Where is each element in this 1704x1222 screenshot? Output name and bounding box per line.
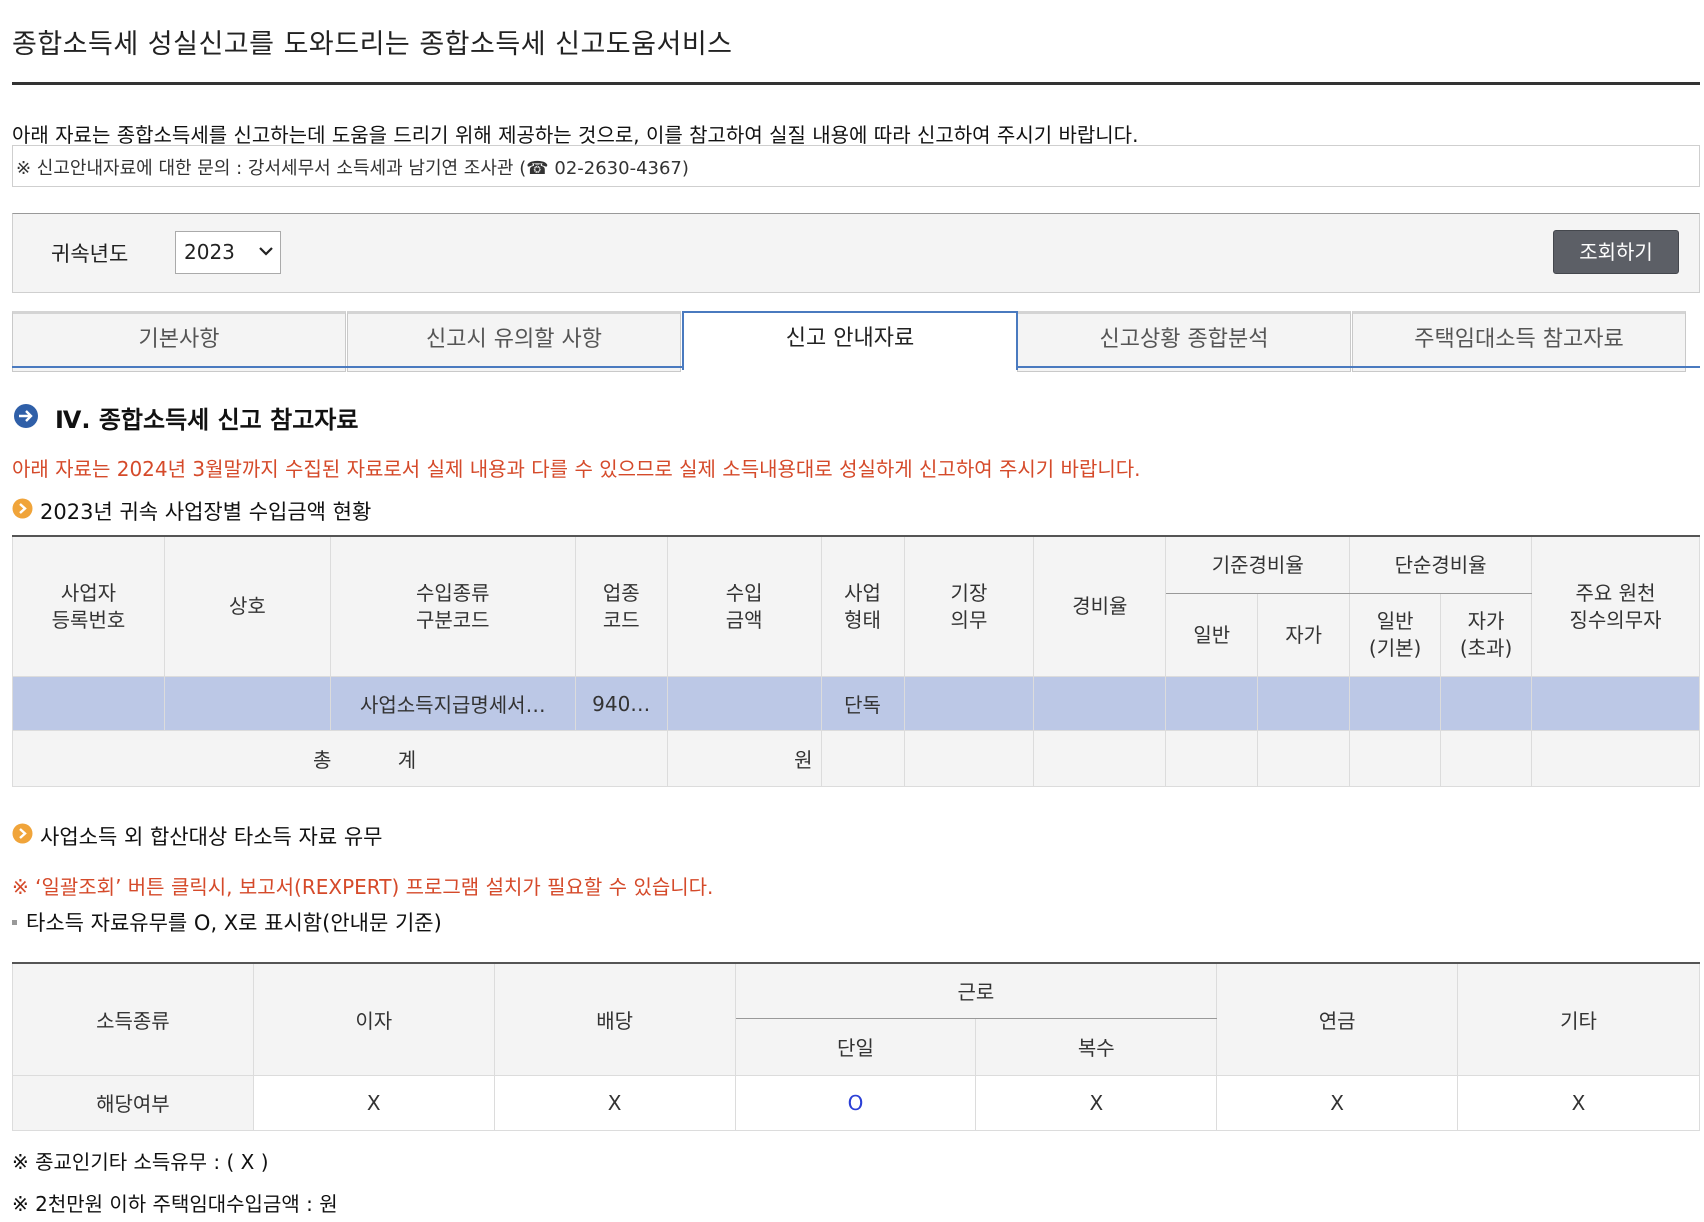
col-income-type: 수입종류 구분코드 (329, 535, 576, 677)
year-select-value: 2023 (184, 240, 235, 264)
rexpert-notice: ※ ‘일괄조회’ 버튼 클릭시, 보고서(REXPERT) 프로그램 설치가 필… (12, 875, 714, 899)
search-bar: 귀속년도 2023 조회하기 (12, 213, 1700, 293)
other-income-table: 소득종류 이자 배당 근로 연금 기타 단일 복수 해당여부 X X O X X… (12, 962, 1700, 1131)
cell-expense-rate (1033, 676, 1167, 731)
cell-labor-single: O (734, 1074, 977, 1131)
cell-simple-general (1349, 676, 1442, 731)
col-pension: 연금 (1216, 962, 1459, 1076)
page-title: 종합소득세 성실신고를 도와드리는 종합소득세 신고도움서비스 (12, 29, 733, 60)
cell-other: X (1457, 1074, 1700, 1131)
col-simple-self: 자가 (초과) (1440, 593, 1533, 677)
chevron-down-icon (259, 247, 273, 256)
col-income-kind: 소득종류 (12, 962, 254, 1076)
col-std-self: 자가 (1257, 593, 1351, 677)
col-biz-type: 사업 형태 (820, 535, 905, 677)
cell-std-self (1257, 676, 1351, 731)
other-income-title: 사업소득 외 합산대상 타소득 자료 유무 (40, 825, 383, 849)
cell-industry: 940… (574, 676, 668, 731)
cell-income-type: 사업소득지급명세서… (329, 676, 576, 731)
col-labor-single: 단일 (734, 1017, 977, 1076)
ox-legend: 타소득 자료유무를 O, X로 표시함(안내문 기준) (26, 911, 442, 935)
bullet-icon (12, 498, 33, 519)
table-row[interactable]: 사업소득지급명세서… 940… 단독 (12, 676, 1700, 731)
cell-dividend: X (493, 1074, 736, 1131)
total-row: 총 계 원 (12, 730, 1700, 787)
col-simple-rate: 단순경비율 (1349, 535, 1533, 594)
col-std-rate: 기준경비율 (1165, 535, 1351, 594)
cell-biz-type: 단독 (820, 676, 905, 731)
tab-filing-analysis[interactable]: 신고상황 종합분석 (1017, 311, 1351, 372)
income-table-title: 2023년 귀속 사업장별 수입금액 현황 (40, 500, 372, 524)
cell-reg-no (12, 676, 165, 731)
row-applicable-label: 해당여부 (12, 1074, 254, 1131)
religious-income-note: ※ 종교인기타 소득유무 : ( X ) (12, 1150, 269, 1174)
section-title: Ⅳ. 종합소득세 신고 참고자료 (55, 406, 359, 434)
cell-withholding (1531, 676, 1700, 731)
col-std-general: 일반 (1165, 593, 1259, 677)
title-divider (12, 82, 1700, 85)
inquiry-notice: ※ 신고안내자료에 대한 문의 : 강서세무서 소득세과 남기연 조사관 (☎ … (12, 145, 1700, 187)
col-industry: 업종 코드 (574, 535, 668, 677)
tab-basic-info[interactable]: 기본사항 (12, 311, 346, 372)
year-select[interactable]: 2023 (175, 231, 281, 274)
cell-std-general (1165, 676, 1259, 731)
col-bookkeeping: 기장 의무 (903, 535, 1035, 677)
col-interest: 이자 (252, 962, 495, 1076)
income-table: 사업자 등록번호 상호 수입종류 구분코드 업종 코드 수입 금액 사업 형태 … (12, 535, 1700, 787)
col-name: 상호 (163, 535, 331, 677)
total-label: 총 계 (12, 730, 668, 787)
table-row: 해당여부 X X O X X X (12, 1074, 1700, 1131)
cell-interest: X (252, 1074, 495, 1131)
col-reg-no: 사업자 등록번호 (12, 535, 165, 677)
col-expense-rate: 경비율 (1033, 535, 1167, 677)
tab-filing-guide[interactable]: 신고 안내자료 (682, 311, 1018, 370)
year-label: 귀속년도 (51, 242, 129, 266)
rental-income-note: ※ 2천만원 이하 주택임대수입금액 : 원 (12, 1192, 338, 1216)
cell-labor-multiple: X (975, 1074, 1218, 1131)
cell-name (163, 676, 331, 731)
total-amount: 원 (666, 730, 822, 787)
data-notice: 아래 자료는 2024년 3월말까지 수집된 자료로서 실제 내용과 다를 수 … (12, 457, 1141, 481)
col-simple-general: 일반 (기본) (1349, 593, 1442, 677)
square-bullet-icon (12, 920, 17, 925)
col-labor: 근로 (734, 962, 1218, 1019)
col-other: 기타 (1457, 962, 1700, 1076)
cell-pension: X (1216, 1074, 1459, 1131)
tab-filing-notes[interactable]: 신고시 유의할 사항 (347, 311, 681, 372)
cell-bookkeeping (903, 676, 1035, 731)
col-amount: 수입 금액 (666, 535, 822, 677)
bullet-icon (12, 823, 33, 844)
col-withholding: 주요 원천 징수의무자 (1531, 535, 1700, 677)
col-labor-multiple: 복수 (975, 1017, 1218, 1076)
tab-rental-income[interactable]: 주택임대소득 참고자료 (1352, 311, 1686, 372)
cell-simple-self (1440, 676, 1533, 731)
cell-amount (666, 676, 822, 731)
search-button[interactable]: 조회하기 (1553, 230, 1679, 274)
col-dividend: 배당 (493, 962, 736, 1076)
arrow-circle-icon (14, 404, 38, 428)
intro-text: 아래 자료는 종합소득세를 신고하는데 도움을 드리기 위해 제공하는 것으로,… (12, 123, 1139, 147)
tab-bar: 기본사항 신고시 유의할 사항 신고 안내자료 신고상황 종합분석 주택임대소득… (12, 311, 1700, 372)
